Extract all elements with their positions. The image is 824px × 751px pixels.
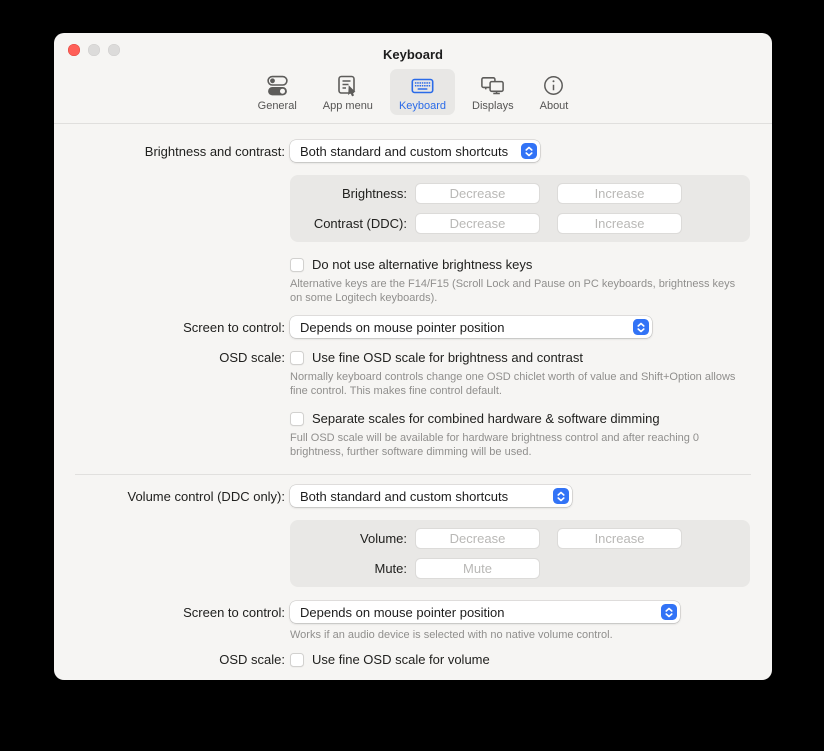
tab-general[interactable]: General [249,69,306,115]
volume-screen-popup[interactable]: Depends on mouse pointer position [290,601,680,623]
checkbox[interactable] [290,412,304,426]
volume-mode-label: Volume control (DDC only): [54,489,285,504]
fine-osd-brightness-checkbox[interactable]: Use fine OSD scale for brightness and co… [290,350,583,365]
displays-icon [479,73,506,99]
mute-shortcut-button[interactable]: Mute [415,558,540,579]
shortcut-row-label: Mute: [290,561,407,576]
contrast-decrease-shortcut-button[interactable]: Decrease [415,213,540,234]
info-icon [540,73,567,99]
toolbar: General App menu Keyboard [54,63,772,124]
chevron-up-down-icon [521,143,537,159]
fine-osd-help-text: Normally keyboard controls change one OS… [290,370,742,398]
tab-about[interactable]: About [531,69,578,115]
brightness-shortcuts-box: Brightness: Decrease Increase Contrast (… [290,175,750,242]
tab-label: General [258,100,297,112]
fine-osd-volume-checkbox[interactable]: Use fine OSD scale for volume [290,652,490,667]
keyboard-icon [409,73,436,99]
window-title: Keyboard [383,47,443,62]
shortcut-row: Contrast (DDC): Decrease Increase [290,213,750,234]
brightness-mode-row: Brightness and contrast: Both standard a… [54,140,772,162]
volume-mode-row: Volume control (DDC only): Both standard… [54,485,772,507]
popup-value: Depends on mouse pointer position [300,605,505,620]
minimize-button [88,44,100,56]
keyboard-pane: Brightness and contrast: Both standard a… [54,140,772,680]
brightness-screen-popup[interactable]: Depends on mouse pointer position [290,316,652,338]
tab-label: Keyboard [399,100,446,112]
traffic-lights [68,44,120,56]
checkbox-label: Separate scales for combined hardware & … [312,411,660,426]
tab-keyboard[interactable]: Keyboard [390,69,455,115]
chevron-up-down-icon [633,319,649,335]
screen-to-control-label: Screen to control: [54,605,285,620]
shortcut-row-label: Volume: [290,531,407,546]
tab-app-menu[interactable]: App menu [314,69,382,115]
tab-label: Displays [472,100,514,112]
checkbox[interactable] [290,258,304,272]
brightness-increase-shortcut-button[interactable]: Increase [557,183,682,204]
toggles-icon [264,73,291,99]
popup-value: Depends on mouse pointer position [300,320,505,335]
volume-mode-popup[interactable]: Both standard and custom shortcuts [290,485,572,507]
tab-displays[interactable]: Displays [463,69,523,115]
separate-scales-checkbox[interactable]: Separate scales for combined hardware & … [290,411,660,426]
popup-value: Both standard and custom shortcuts [300,144,508,159]
checkbox[interactable] [290,351,304,365]
tab-label: App menu [323,100,373,112]
checkbox[interactable] [290,653,304,667]
preferences-window: Keyboard General App menu [54,33,772,680]
brightness-decrease-shortcut-button[interactable]: Decrease [415,183,540,204]
volume-osd-row: OSD scale: Use fine OSD scale for volume [54,652,772,667]
zoom-button [108,44,120,56]
alt-keys-row: Do not use alternative brightness keys [54,257,772,272]
volume-screen-help-text: Works if an audio device is selected wit… [290,628,742,642]
shortcut-row: Mute: Mute [290,558,750,579]
section-divider [75,474,751,475]
app-menu-icon [334,73,361,99]
contrast-increase-shortcut-button[interactable]: Increase [557,213,682,234]
shortcut-row: Volume: Decrease Increase [290,528,750,549]
screen-to-control-label: Screen to control: [54,320,285,335]
chevron-up-down-icon [661,604,677,620]
checkbox-label: Use fine OSD scale for volume [312,652,490,667]
brightness-mode-popup[interactable]: Both standard and custom shortcuts [290,140,540,162]
brightness-osd-row: OSD scale: Use fine OSD scale for bright… [54,350,772,365]
brightness-screen-row: Screen to control: Depends on mouse poin… [54,316,772,338]
checkbox-label: Use fine OSD scale for brightness and co… [312,350,583,365]
separate-scales-help-text: Full OSD scale will be available for har… [290,431,742,459]
osd-scale-label: OSD scale: [54,350,285,365]
titlebar: Keyboard [54,33,772,63]
osd-scale-label: OSD scale: [54,652,285,667]
separate-scales-row: Separate scales for combined hardware & … [54,411,772,426]
volume-screen-row: Screen to control: Depends on mouse poin… [54,601,772,623]
tab-label: About [540,100,569,112]
shortcut-row: Brightness: Decrease Increase [290,183,750,204]
chevron-up-down-icon [553,488,569,504]
volume-increase-shortcut-button[interactable]: Increase [557,528,682,549]
alt-keys-checkbox[interactable]: Do not use alternative brightness keys [290,257,532,272]
alt-keys-help-text: Alternative keys are the F14/F15 (Scroll… [290,277,742,305]
volume-decrease-shortcut-button[interactable]: Decrease [415,528,540,549]
shortcut-row-label: Contrast (DDC): [290,216,407,231]
shortcut-row-label: Brightness: [290,186,407,201]
close-button[interactable] [68,44,80,56]
brightness-mode-label: Brightness and contrast: [54,144,285,159]
checkbox-label: Do not use alternative brightness keys [312,257,532,272]
volume-shortcuts-box: Volume: Decrease Increase Mute: Mute [290,520,750,587]
popup-value: Both standard and custom shortcuts [300,489,508,504]
